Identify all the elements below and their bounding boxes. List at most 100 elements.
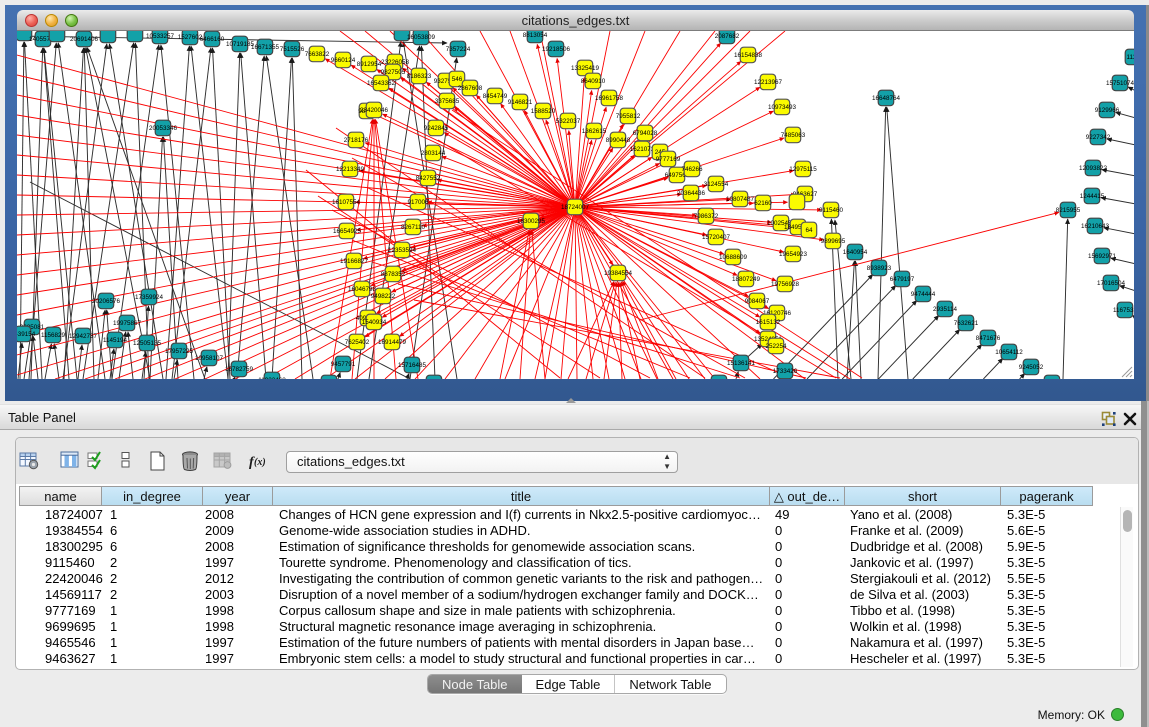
svg-text:9245052: 9245052	[1019, 364, 1044, 371]
svg-text:12093822: 12093822	[1079, 165, 1108, 172]
svg-text:16914479: 16914479	[378, 339, 407, 346]
svg-text:9084067: 9084067	[745, 298, 770, 305]
svg-text:19218506: 19218506	[542, 46, 571, 53]
svg-text:15716485: 15716485	[398, 362, 427, 369]
svg-text:8813054: 8813054	[523, 32, 548, 39]
svg-text:8186323: 8186323	[407, 73, 432, 80]
svg-text:4439154: 4439154	[17, 331, 36, 338]
svg-text:252254: 252254	[765, 343, 787, 350]
svg-text:7625402: 7625402	[345, 339, 370, 346]
svg-text:12213349: 12213349	[336, 166, 365, 173]
svg-text:19384554: 19384554	[604, 270, 633, 277]
svg-text:9457791: 9457791	[331, 361, 356, 368]
svg-text:18300295: 18300295	[517, 218, 546, 225]
svg-text:1145194: 1145194	[103, 337, 128, 344]
svg-text:8215955: 8215955	[1056, 207, 1081, 214]
svg-text:16648764: 16648764	[872, 95, 901, 102]
svg-text:2803144: 2803144	[421, 150, 446, 157]
svg-text:6479197: 6479197	[890, 276, 915, 283]
svg-text:9242845: 9242845	[424, 125, 449, 132]
svg-text:19166827: 19166827	[340, 258, 369, 265]
svg-text:10807487: 10807487	[726, 196, 755, 203]
svg-text:6794028: 6794028	[633, 130, 658, 137]
svg-text:6466160: 6466160	[200, 36, 225, 43]
svg-text:9777169: 9777169	[656, 156, 681, 163]
svg-text:19756928: 19756928	[771, 281, 800, 288]
svg-text:16782759: 16782759	[225, 366, 254, 373]
svg-text:7485063: 7485063	[781, 132, 806, 139]
svg-text:9129966: 9129966	[1095, 107, 1120, 114]
svg-text:9474444: 9474444	[911, 291, 936, 298]
svg-text:9146821: 9146821	[508, 99, 533, 106]
svg-text:7515526: 7515526	[280, 46, 305, 53]
svg-text:1167533: 1167533	[1113, 307, 1134, 314]
svg-text:12975115: 12975115	[789, 166, 817, 173]
svg-text:1244415: 1244415	[1080, 193, 1105, 200]
svg-text:15692971: 15692971	[1088, 253, 1117, 260]
svg-text:12505135: 12505135	[133, 340, 162, 347]
svg-text:16210643: 16210643	[1081, 223, 1110, 230]
svg-text:10973493: 10973493	[768, 104, 797, 111]
svg-text:8938923: 8938923	[867, 265, 892, 272]
svg-text:1621072: 1621072	[630, 146, 655, 153]
svg-text:20691406: 20691406	[70, 36, 99, 43]
svg-text:8878352: 8878352	[381, 271, 406, 278]
svg-text:16046798: 16046798	[348, 286, 377, 293]
svg-text:16961758: 16961758	[595, 95, 624, 102]
svg-text:9498222: 9498222	[371, 293, 396, 300]
svg-text:12213967: 12213967	[754, 79, 783, 86]
svg-text:2718176: 2718176	[344, 137, 369, 144]
svg-text:1733426: 1733426	[773, 368, 798, 375]
svg-text:12942737: 12942737	[69, 333, 98, 340]
svg-text:64: 64	[805, 227, 813, 234]
svg-text:8454749: 8454749	[483, 93, 508, 100]
svg-text:3375685: 3375685	[435, 98, 460, 105]
svg-text:10654112: 10654112	[995, 349, 1023, 356]
svg-text:10533257: 10533257	[146, 33, 175, 40]
svg-text:19654923: 19654923	[779, 251, 808, 258]
svg-text:17016504: 17016504	[1097, 280, 1126, 287]
svg-text:7357224: 7357224	[446, 46, 471, 53]
svg-text:10958107: 10958107	[195, 355, 224, 362]
svg-text:8990448: 8990448	[606, 137, 631, 144]
svg-text:8640910: 8640910	[581, 78, 606, 85]
svg-text:17957225: 17957225	[165, 348, 194, 355]
svg-text:16543362: 16543362	[367, 80, 396, 87]
svg-text:1362615: 1362615	[582, 128, 607, 135]
svg-text:16053809: 16053809	[407, 34, 436, 41]
svg-text:13325419: 13325419	[571, 65, 600, 72]
svg-text:20053346: 20053346	[149, 125, 178, 132]
svg-text:1588520: 1588520	[531, 108, 556, 115]
svg-text:16671355: 16671355	[251, 44, 280, 51]
svg-text:1112: 1112	[1126, 54, 1134, 61]
svg-text:15136141: 15136141	[727, 360, 756, 367]
svg-text:17359924: 17359924	[135, 294, 164, 301]
svg-text:2935114: 2935114	[933, 306, 958, 313]
svg-text:7986372: 7986372	[694, 213, 719, 220]
svg-text:15751074: 15751074	[1106, 80, 1134, 87]
svg-text:2867608: 2867608	[458, 85, 483, 92]
svg-text:10688609: 10688609	[719, 254, 748, 261]
svg-text:546: 546	[452, 76, 463, 83]
svg-text:15720407: 15720407	[702, 234, 731, 241]
svg-text:9227342: 9227342	[1086, 134, 1111, 141]
svg-text:7632621: 7632621	[954, 320, 979, 327]
svg-text:19975867: 19975867	[113, 320, 142, 327]
svg-text:746266: 746266	[681, 166, 703, 173]
svg-text:1640954: 1640954	[843, 249, 868, 256]
svg-text:1156829: 1156829	[41, 332, 66, 339]
svg-text:18724007: 18724007	[561, 204, 590, 211]
svg-text:20364436: 20364436	[677, 190, 706, 197]
svg-text:20206576: 20206576	[92, 298, 121, 305]
svg-text:11923468: 11923468	[258, 377, 286, 379]
svg-text:16654925: 16654925	[333, 228, 362, 235]
svg-text:1540934: 1540934	[362, 319, 387, 326]
svg-text:8471676: 8471676	[976, 335, 1001, 342]
svg-text:2087682: 2087682	[715, 33, 740, 40]
svg-text:8267110: 8267110	[401, 224, 426, 231]
svg-text:8427552: 8427552	[416, 175, 441, 182]
svg-text:8912954: 8912954	[357, 61, 382, 68]
svg-text:3124554: 3124554	[704, 181, 729, 188]
svg-text:9899695: 9899695	[821, 238, 846, 245]
svg-text:9660124: 9660124	[331, 57, 356, 64]
